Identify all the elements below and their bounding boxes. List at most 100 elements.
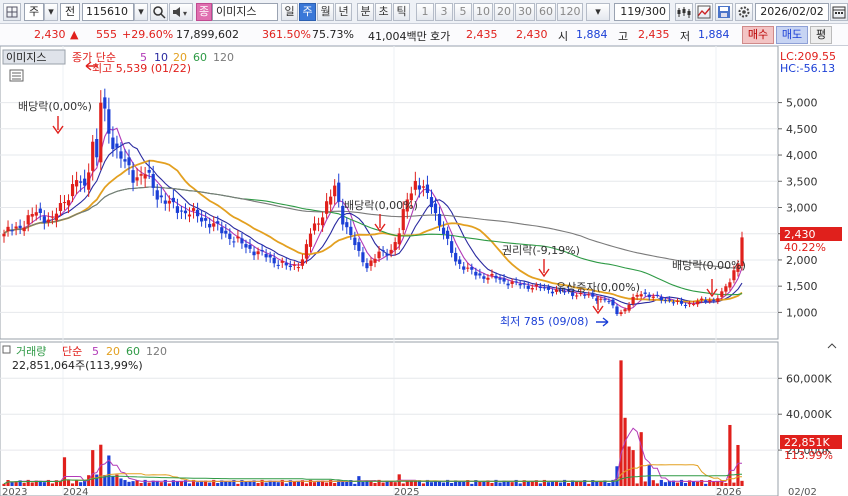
candle-body [212, 223, 216, 227]
candle-body [458, 259, 462, 264]
volume-bar [478, 481, 482, 486]
volume-bar [518, 483, 522, 486]
gear-icon[interactable] [735, 3, 753, 21]
event-label-offering: 유상증자(0,00%) [556, 281, 640, 294]
market-type-dropdown[interactable]: ▾ [44, 3, 58, 21]
candle-body [671, 302, 676, 304]
volume-bar [244, 481, 248, 486]
trade-amount: 41,004백만 [368, 30, 427, 43]
chart-settings-icon[interactable] [675, 3, 693, 21]
candle-body [530, 288, 534, 290]
candle-body [6, 226, 10, 232]
candle-body [357, 242, 361, 251]
volume-bar [530, 481, 534, 486]
candle-body [728, 282, 732, 288]
candle-body [369, 260, 373, 266]
volume-bar [304, 483, 309, 486]
candle-body [276, 264, 280, 266]
candle-body [651, 296, 655, 298]
interval-60[interactable]: 60 [536, 3, 556, 21]
vol-ma-legend-120: 120 [146, 345, 167, 358]
volume-bar [643, 481, 647, 486]
candle-body [502, 278, 506, 282]
candle-body [639, 294, 643, 297]
period-minute[interactable]: 분 [357, 3, 374, 21]
volume-bar [276, 482, 280, 486]
grid-icon[interactable] [3, 3, 21, 21]
candle-body [38, 208, 42, 214]
sell-button[interactable]: 매도 [776, 26, 808, 44]
candle-body [34, 212, 38, 216]
candle-body [397, 233, 401, 245]
volume-bar [345, 481, 349, 486]
market-type-select[interactable]: 주 [24, 3, 44, 21]
candle-body [14, 226, 18, 229]
volume-bar [95, 474, 99, 486]
volume-tick-label: 40,000K [786, 408, 832, 421]
stock-code-input[interactable]: 115610 [82, 3, 134, 21]
stock-code-dropdown[interactable]: ▾ [134, 3, 148, 21]
candle-body [83, 178, 87, 186]
price-panel-name: 이미지스 [6, 51, 46, 64]
jeon-select[interactable]: 전 [60, 3, 80, 21]
volume-bar [429, 482, 434, 486]
volume-bar [159, 482, 163, 486]
price-change: 555 [96, 28, 117, 41]
date-input[interactable]: 2026/02/02 [755, 3, 829, 21]
interval-30[interactable]: 30 [515, 3, 535, 21]
eval-button[interactable]: 평 [810, 26, 832, 44]
volume-bar [58, 481, 63, 486]
candle-body [244, 244, 248, 248]
candle-body [627, 304, 631, 311]
period-week[interactable]: 주 [299, 3, 316, 21]
crosshair-icon[interactable] [9, 69, 24, 82]
candle-body [22, 227, 26, 232]
interval-3[interactable]: 3 [435, 3, 453, 21]
period-month[interactable]: 월 [317, 3, 334, 21]
volume-bar [42, 482, 46, 486]
period-second[interactable]: 초 [375, 3, 392, 21]
volume-bar [179, 481, 184, 486]
period-tick[interactable]: 틱 [393, 3, 410, 21]
candle-body [304, 244, 309, 259]
candle-body [139, 174, 143, 176]
candle-body [437, 213, 442, 226]
bid-price: 2,430 [516, 28, 548, 41]
price-tick-label: 2,000 [786, 254, 818, 267]
page-count[interactable]: 119/300 [614, 3, 670, 21]
interval-120[interactable]: 120 [557, 3, 583, 21]
volume-bar [704, 483, 708, 486]
volume-bar [566, 483, 571, 486]
volume-checkbox[interactable] [2, 345, 11, 354]
volume-bar [724, 482, 728, 486]
volume-tick-label: 60,000K [786, 372, 832, 385]
volume-bar [216, 483, 220, 486]
search-icon[interactable] [150, 3, 168, 21]
interval-1[interactable]: 1 [416, 3, 434, 21]
speaker-icon[interactable]: ▾ [169, 3, 193, 21]
volume-bar [2, 483, 6, 486]
candle-body [264, 253, 268, 258]
candle-body [119, 151, 123, 159]
interval-dropdown[interactable]: ▾ [586, 3, 610, 21]
interval-20[interactable]: 20 [494, 3, 514, 21]
interval-5[interactable]: 5 [454, 3, 472, 21]
candle-body [373, 258, 377, 263]
candle-body [107, 109, 111, 134]
volume-bar [284, 483, 288, 486]
volume-bar [333, 483, 337, 486]
volume-bar [696, 481, 700, 486]
indicator-icon[interactable] [695, 3, 713, 21]
candle-body [708, 300, 712, 302]
period-day[interactable]: 일 [281, 3, 298, 21]
toolbar: 주 ▾ 전 115610 ▾ ▾ 종 이미지스 일 주 월 년 분 초 틱 1 … [0, 0, 848, 24]
interval-10[interactable]: 10 [473, 3, 493, 21]
volume-bar [546, 482, 551, 486]
save-icon[interactable] [715, 3, 733, 21]
candle-body [103, 97, 107, 109]
candle-body [393, 242, 397, 251]
buy-button[interactable]: 매수 [742, 26, 774, 44]
period-year[interactable]: 년 [335, 3, 352, 21]
volume-bar [675, 482, 680, 486]
calendar-icon[interactable] [830, 3, 848, 21]
